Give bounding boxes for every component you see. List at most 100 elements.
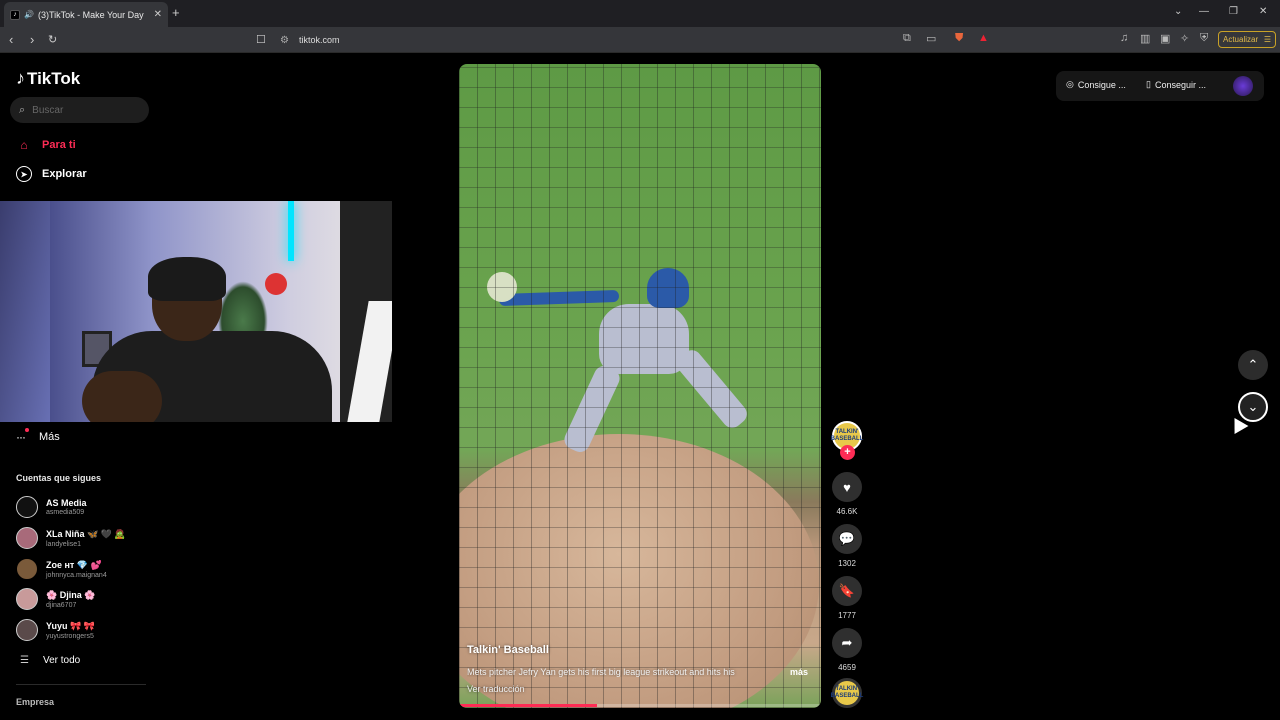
account-username: yuyustrongers5 <box>46 632 94 640</box>
home-icon: ⌂ <box>20 138 28 152</box>
following-account[interactable]: Yuyu 🎀 🎀 yuyustrongers5 <box>16 619 95 641</box>
like-count: 46.6K <box>836 507 858 516</box>
brave-rewards-icon[interactable]: ▲ <box>978 32 989 44</box>
person-durag <box>148 257 226 301</box>
following-account[interactable]: AS Media asmedia509 <box>16 496 87 518</box>
menu-icon: ☰ <box>1263 35 1271 44</box>
account-name: Zoe ʜᴛ 💎 💕 <box>46 559 102 570</box>
search-icon: ⌕ <box>19 103 26 116</box>
comment-button[interactable]: 💬 <box>832 524 862 554</box>
tab-search-icon[interactable]: ⌄ <box>1174 6 1182 17</box>
account-username: johnnyca.maignan4 <box>46 571 107 579</box>
get-app-button[interactable]: ▯ Conseguir ... <box>1146 79 1206 90</box>
avatar <box>16 558 38 580</box>
avatar <box>16 527 38 549</box>
video-player[interactable]: Talkin' Baseball Mets pitcher Jefry Yan … <box>459 64 821 708</box>
list-icon: ☰ <box>20 655 29 666</box>
chevron-down-icon: ⌄ <box>1247 399 1259 414</box>
forward-icon[interactable]: › <box>30 32 34 47</box>
browser-tab-bar: ♪ 🔊 (3)TikTok - Make Your Day ✕ + ⌄ — ❐ … <box>0 0 1280 27</box>
get-coins-label: Consigue ... <box>1077 79 1126 90</box>
vpn-icon[interactable]: ⛨ <box>1200 32 1208 45</box>
brave-shield-icon[interactable]: ⛊ <box>955 32 963 45</box>
translate-icon[interactable]: ⧉ <box>903 32 911 45</box>
tiktok-logo[interactable]: ♪ TikTok <box>16 68 80 89</box>
following-account[interactable]: Zoe ʜᴛ 💎 💕 johnnyca.maignan4 <box>16 558 107 580</box>
chevron-up-icon: ⌃ <box>1247 357 1259 372</box>
share-count: 4659 <box>838 663 856 672</box>
music-disc[interactable]: TALKIN' BASEBALL <box>831 678 863 708</box>
more-dots-icon: ··· <box>16 428 29 444</box>
following-account[interactable]: XLa Niña 🦋 🖤 🧟 landyelise1 <box>16 527 126 549</box>
follow-plus-icon[interactable]: + <box>840 445 855 460</box>
like-button[interactable]: ♥ <box>832 472 862 502</box>
compass-icon: ➤ <box>16 166 32 182</box>
close-tab-icon[interactable]: ✕ <box>154 9 162 20</box>
account-username: asmedia509 <box>46 509 85 516</box>
avatar <box>16 496 38 518</box>
account-username: djina6707 <box>46 601 77 609</box>
leo-icon[interactable]: ✧ <box>1180 32 1189 45</box>
share-icon: ➦ <box>841 635 853 650</box>
sidebar-divider <box>16 684 146 685</box>
translate-link[interactable]: Ver traducción <box>467 684 525 694</box>
share-button[interactable]: ➦ <box>832 628 862 658</box>
maximize-button[interactable]: ❐ <box>1229 6 1238 17</box>
reload-icon[interactable]: ↻ <box>48 33 57 46</box>
cast-icon[interactable]: ▭ <box>926 32 936 45</box>
avatar <box>16 588 38 610</box>
webcam-overlay <box>0 201 392 422</box>
sidebar-icon[interactable]: ▥ <box>1140 32 1150 45</box>
person-arm <box>82 371 162 422</box>
heart-icon: ♥ <box>843 479 851 495</box>
webcam-person <box>82 257 332 422</box>
site-info-icon[interactable]: ⚙ <box>280 35 289 46</box>
save-button[interactable]: 🔖 <box>832 576 862 606</box>
nav-label: Explorar <box>42 168 87 180</box>
profile-avatar[interactable] <box>1233 76 1253 96</box>
comment-count: 1302 <box>838 559 856 568</box>
nav-item-more[interactable]: ··· Más <box>16 428 60 444</box>
new-tab-button[interactable]: + <box>172 5 180 20</box>
webcam-neon-light <box>288 201 294 261</box>
nav-label: Para ti <box>42 139 76 151</box>
nav-item-for-you[interactable]: ⌂ Para ti <box>16 137 76 153</box>
previous-video-button[interactable]: ⌃ <box>1238 350 1268 380</box>
media-icon[interactable]: ♫ <box>1120 32 1128 44</box>
following-account[interactable]: 🌸 Djina 🌸 djina6707 <box>16 588 95 610</box>
address-bar[interactable]: ⚙ tiktok.com <box>280 31 1000 49</box>
update-label: Actualizar <box>1223 35 1259 44</box>
nav-item-explore[interactable]: ➤ Explorar <box>16 166 87 182</box>
get-app-label: Conseguir ... <box>1154 79 1206 90</box>
see-all-label: Ver todo <box>42 655 81 666</box>
tiktok-logo-icon: ♪ <box>16 68 25 88</box>
browser-tab[interactable]: ♪ 🔊 (3)TikTok - Make Your Day ✕ <box>4 2 168 27</box>
account-username: landyelise1 <box>46 540 82 548</box>
coin-icon: ◎ <box>1066 79 1074 89</box>
avatar <box>16 619 38 641</box>
bookmark-icon: 🔖 <box>838 583 856 598</box>
minimize-button[interactable]: — <box>1199 6 1209 17</box>
bookmark-icon[interactable]: ☐ <box>256 33 266 46</box>
more-button[interactable]: más <box>790 667 808 677</box>
account-name: XLa Niña 🦋 🖤 🧟 <box>46 528 126 539</box>
get-coins-button[interactable]: ◎ Consigue ... <box>1066 79 1126 90</box>
more-label: Más <box>39 431 60 443</box>
close-window-button[interactable]: ✕ <box>1259 6 1267 17</box>
comment-icon: 💬 <box>838 531 856 546</box>
speaker-icon[interactable]: 🔊 <box>24 10 34 19</box>
company-heading: Empresa <box>16 697 55 707</box>
phone-icon: ▯ <box>1146 79 1151 89</box>
account-name: 🌸 Djina 🌸 <box>46 589 96 600</box>
following-heading: Cuentas que sigues <box>16 473 102 483</box>
video-progress-bar[interactable] <box>459 704 821 707</box>
video-author[interactable]: Talkin' Baseball <box>467 644 549 656</box>
tiktok-favicon-icon: ♪ <box>10 9 20 20</box>
video-progress-fill <box>459 704 597 707</box>
search-placeholder: Buscar <box>32 104 64 116</box>
see-all-button[interactable]: ☰ Ver todo <box>20 655 80 666</box>
update-button[interactable]: Actualizar ☰ <box>1218 31 1276 48</box>
search-input[interactable]: ⌕ Buscar <box>10 97 149 123</box>
back-icon[interactable]: ‹ <box>9 32 13 47</box>
wallet-icon[interactable]: ▣ <box>1160 32 1170 45</box>
